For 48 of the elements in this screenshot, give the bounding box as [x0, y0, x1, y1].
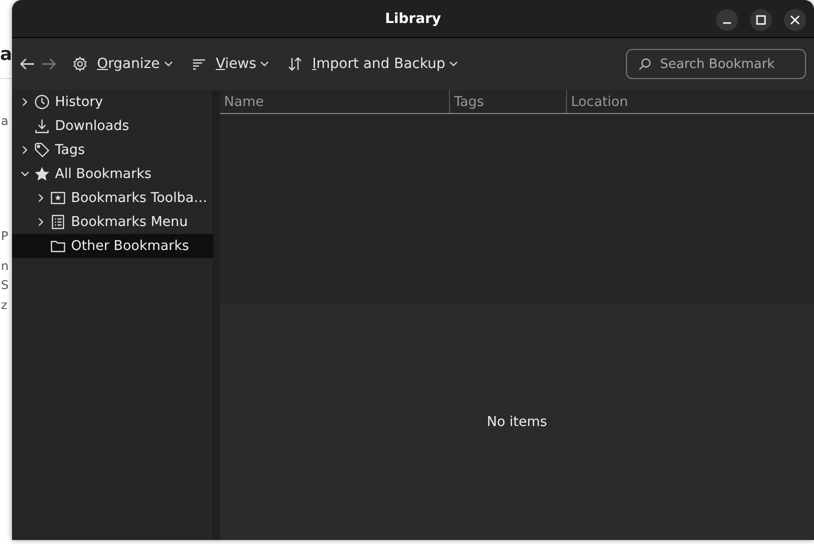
window-title: Library — [384, 10, 442, 26]
close-icon — [790, 15, 800, 25]
column-header[interactable]: Name — [220, 90, 450, 113]
sort-arrows-icon — [287, 56, 304, 72]
arrow-right-icon — [41, 56, 57, 72]
menu-button[interactable]: Organize — [66, 52, 179, 76]
folder-icon — [50, 238, 66, 254]
tree-item[interactable]: Bookmarks Menu — [12, 210, 213, 234]
clock-icon — [34, 94, 50, 110]
chevron-right-icon[interactable] — [36, 193, 46, 203]
star-icon — [34, 166, 50, 182]
tree-item[interactable]: Bookmarks Toolba… — [12, 186, 213, 210]
maximize-icon — [756, 15, 766, 25]
menu-button[interactable]: Views — [184, 52, 276, 76]
chevron-right-icon[interactable] — [20, 97, 30, 107]
gear-icon — [72, 56, 88, 72]
download-icon — [34, 118, 50, 134]
search-icon — [638, 57, 652, 71]
menu-button[interactable]: Import and Backup — [281, 52, 464, 76]
minimize-button[interactable] — [716, 9, 738, 31]
tree-item[interactable]: History — [12, 90, 213, 114]
arrow-left-icon — [19, 56, 35, 72]
caret-icon — [260, 61, 270, 67]
caret-icon — [164, 61, 173, 67]
close-button[interactable] — [784, 9, 806, 31]
page-text: z — [1, 298, 8, 312]
column-header[interactable]: Tags — [450, 90, 567, 113]
tag-icon — [34, 142, 50, 158]
search-field[interactable]: Search Bookmark — [626, 49, 806, 79]
chevron-down-icon[interactable] — [20, 169, 30, 179]
tree-item[interactable]: Tags — [12, 138, 213, 162]
page-text: P — [1, 229, 8, 243]
maximize-button[interactable] — [750, 9, 772, 31]
column-header[interactable]: Location — [567, 90, 814, 113]
page-text: a — [1, 114, 8, 128]
empty-message: No items — [486, 414, 548, 430]
star-box-icon — [50, 190, 66, 206]
page-text: n — [1, 259, 9, 273]
tree-item[interactable]: Downloads — [12, 114, 213, 138]
minimize-icon — [723, 22, 731, 24]
page-heading: a — [0, 44, 12, 65]
tree-item[interactable]: All Bookmarks — [12, 162, 213, 186]
chevron-right-icon[interactable] — [20, 145, 30, 155]
chevron-right-icon[interactable] — [36, 217, 46, 227]
list-icon — [50, 214, 66, 230]
caret-icon — [449, 61, 458, 67]
tree-item[interactable]: Other Bookmarks — [12, 234, 213, 258]
page-text: S — [1, 278, 9, 292]
